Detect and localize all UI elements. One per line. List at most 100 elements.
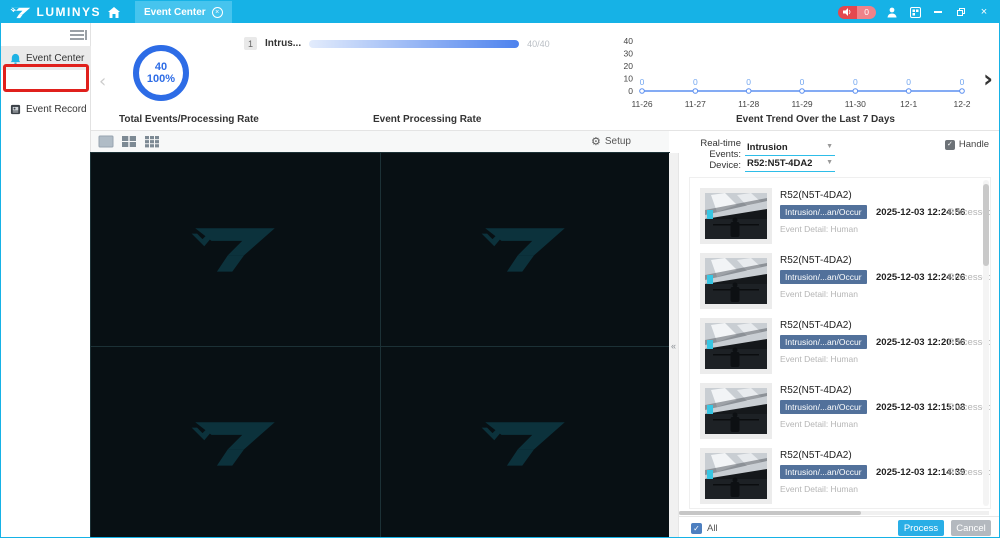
event-thumbnail[interactable] (700, 383, 772, 439)
close-icon: × (981, 7, 987, 18)
vertical-scrollbar (983, 180, 989, 506)
setup-button[interactable]: ⚙ Setup (591, 135, 631, 148)
sidebar-collapse-button[interactable] (70, 30, 84, 42)
event-type-filter-row: Real-time Events: Intrusion ▼ (679, 138, 835, 160)
horizontal-scrollbar-thumb[interactable] (679, 511, 861, 515)
chevron-down-icon: ▼ (826, 143, 833, 150)
svg-text:20: 20 (624, 61, 634, 71)
restore-icon (957, 8, 965, 16)
processing-rate-label: Event Processing Rate (373, 114, 481, 125)
svg-text:0: 0 (960, 77, 965, 87)
sidebar: Event Center Event Record (1, 23, 91, 538)
select-all-checkbox[interactable]: ✓ (691, 523, 702, 534)
record-icon (10, 104, 21, 115)
trend-chart: 010203040000000011-2611-2711-2811-2911-3… (606, 29, 976, 113)
event-device: R52(N5T-4DA2) (780, 320, 852, 331)
alarm-bell-icon (10, 53, 21, 64)
vertical-scrollbar-thumb[interactable] (983, 184, 989, 266)
tab-label: Event Center (144, 7, 206, 18)
close-button[interactable]: × (977, 5, 991, 19)
brand-logo: LUMINYS (1, 5, 101, 19)
svg-text:0: 0 (853, 77, 858, 87)
tab-event-center[interactable]: Event Center × (135, 1, 232, 23)
event-thumbnail[interactable] (700, 448, 772, 504)
cancel-button[interactable]: Cancel (951, 520, 991, 536)
svg-text:11-30: 11-30 (845, 99, 866, 109)
alarm-count: 0 (857, 6, 876, 19)
horizontal-scrollbar (679, 511, 989, 515)
event-detail: Event Detail: Human (780, 354, 858, 364)
title-bar: LUMINYS Event Center × 0 (1, 1, 1000, 23)
event-list: R52(N5T-4DA2) Intrusion/...an/Occur 2025… (689, 177, 991, 509)
layout-2x2-button[interactable] (121, 135, 137, 148)
event-type-value: Intrusion (747, 142, 788, 153)
handle-button[interactable]: ✓ Handle (945, 139, 989, 150)
event-thumbnail[interactable] (700, 318, 772, 374)
video-grid (91, 153, 669, 538)
sidebar-item-event-record[interactable]: Event Record (1, 97, 91, 121)
apps-icon (910, 7, 921, 18)
svg-text:11-29: 11-29 (791, 99, 812, 109)
event-type-badge: Intrusion/...an/Occur (780, 270, 867, 284)
home-button[interactable] (101, 1, 127, 23)
svg-text:0: 0 (628, 86, 633, 96)
svg-text:30: 30 (624, 49, 634, 59)
home-icon (108, 7, 120, 18)
minimize-button[interactable] (931, 5, 945, 19)
event-type-select[interactable]: Intrusion ▼ (745, 142, 835, 156)
event-list-item[interactable]: R52(N5T-4DA2) Intrusion/...an/Occur 2025… (700, 318, 970, 378)
sidebar-item-label: Event Record (26, 104, 87, 115)
event-device: R52(N5T-4DA2) (780, 385, 852, 396)
carousel-prev-icon[interactable]: ‹ (99, 71, 106, 92)
process-button[interactable]: Process (898, 520, 944, 536)
restore-button[interactable] (954, 5, 968, 19)
user-button[interactable] (885, 5, 899, 19)
layout-3x3-button[interactable] (144, 135, 160, 148)
watermark-logo-icon (479, 221, 571, 277)
event-detail: Event Detail: Human (780, 224, 858, 234)
event-list-item[interactable]: R52(N5T-4DA2) Intrusion/...an/Occur 2025… (700, 448, 970, 508)
collapse-icon: « (671, 341, 676, 351)
svg-text:11-27: 11-27 (685, 99, 706, 109)
svg-text:12-1: 12-1 (900, 99, 917, 109)
rate-index-badge: 1 (244, 37, 257, 50)
user-icon (887, 7, 897, 18)
rate-value: 40/40 (527, 39, 550, 49)
apps-button[interactable] (908, 5, 922, 19)
panel-collapse-handle[interactable]: « (669, 153, 679, 538)
event-list-item[interactable]: R52(N5T-4DA2) Intrusion/...an/Occur 2025… (700, 383, 970, 443)
watermark-logo-icon (189, 221, 281, 277)
event-type-label: Real-time Events: (679, 138, 741, 160)
event-detail: Event Detail: Human (780, 419, 858, 429)
svg-text:0: 0 (800, 77, 805, 87)
carousel-next-icon[interactable]: › (983, 65, 993, 93)
event-thumbnail[interactable] (700, 253, 772, 309)
brand-name: LUMINYS (37, 5, 102, 19)
event-device: R52(N5T-4DA2) (780, 450, 852, 461)
event-device: R52(N5T-4DA2) (780, 190, 852, 201)
header-actions: 0 × (838, 5, 1000, 19)
video-cell-4[interactable] (381, 347, 670, 538)
event-list-item[interactable]: R52(N5T-4DA2) Intrusion/...an/Occur 2025… (700, 253, 970, 313)
gear-icon: ⚙ (591, 135, 601, 148)
device-label: Device: (679, 160, 741, 171)
alarm-counter[interactable]: 0 (838, 6, 876, 19)
sidebar-item-event-center[interactable]: Event Center (1, 46, 91, 70)
svg-text:0: 0 (640, 77, 645, 87)
event-type-badge: Intrusion/...an/Occur (780, 400, 867, 414)
layout-1x1-button[interactable] (98, 135, 114, 148)
svg-text:0: 0 (906, 77, 911, 87)
chevron-down-icon: ▼ (826, 159, 833, 166)
handle-check-icon: ✓ (945, 140, 955, 150)
total-events-percent: 100% (147, 73, 175, 85)
event-list-item[interactable]: R52(N5T-4DA2) Intrusion/...an/Occur 2025… (700, 188, 970, 248)
video-cell-3[interactable] (91, 347, 380, 538)
device-select[interactable]: R52:N5T-4DA2 ▼ (745, 158, 835, 172)
panel-footer: ✓ All Process Cancel (679, 516, 1000, 538)
event-type-badge: Intrusion/...an/Occur (780, 465, 867, 479)
layout-3x3-icon (144, 135, 160, 148)
video-cell-2[interactable] (381, 153, 670, 346)
tab-close-icon[interactable]: × (212, 7, 223, 18)
video-cell-1[interactable] (91, 153, 380, 346)
event-thumbnail[interactable] (700, 188, 772, 244)
